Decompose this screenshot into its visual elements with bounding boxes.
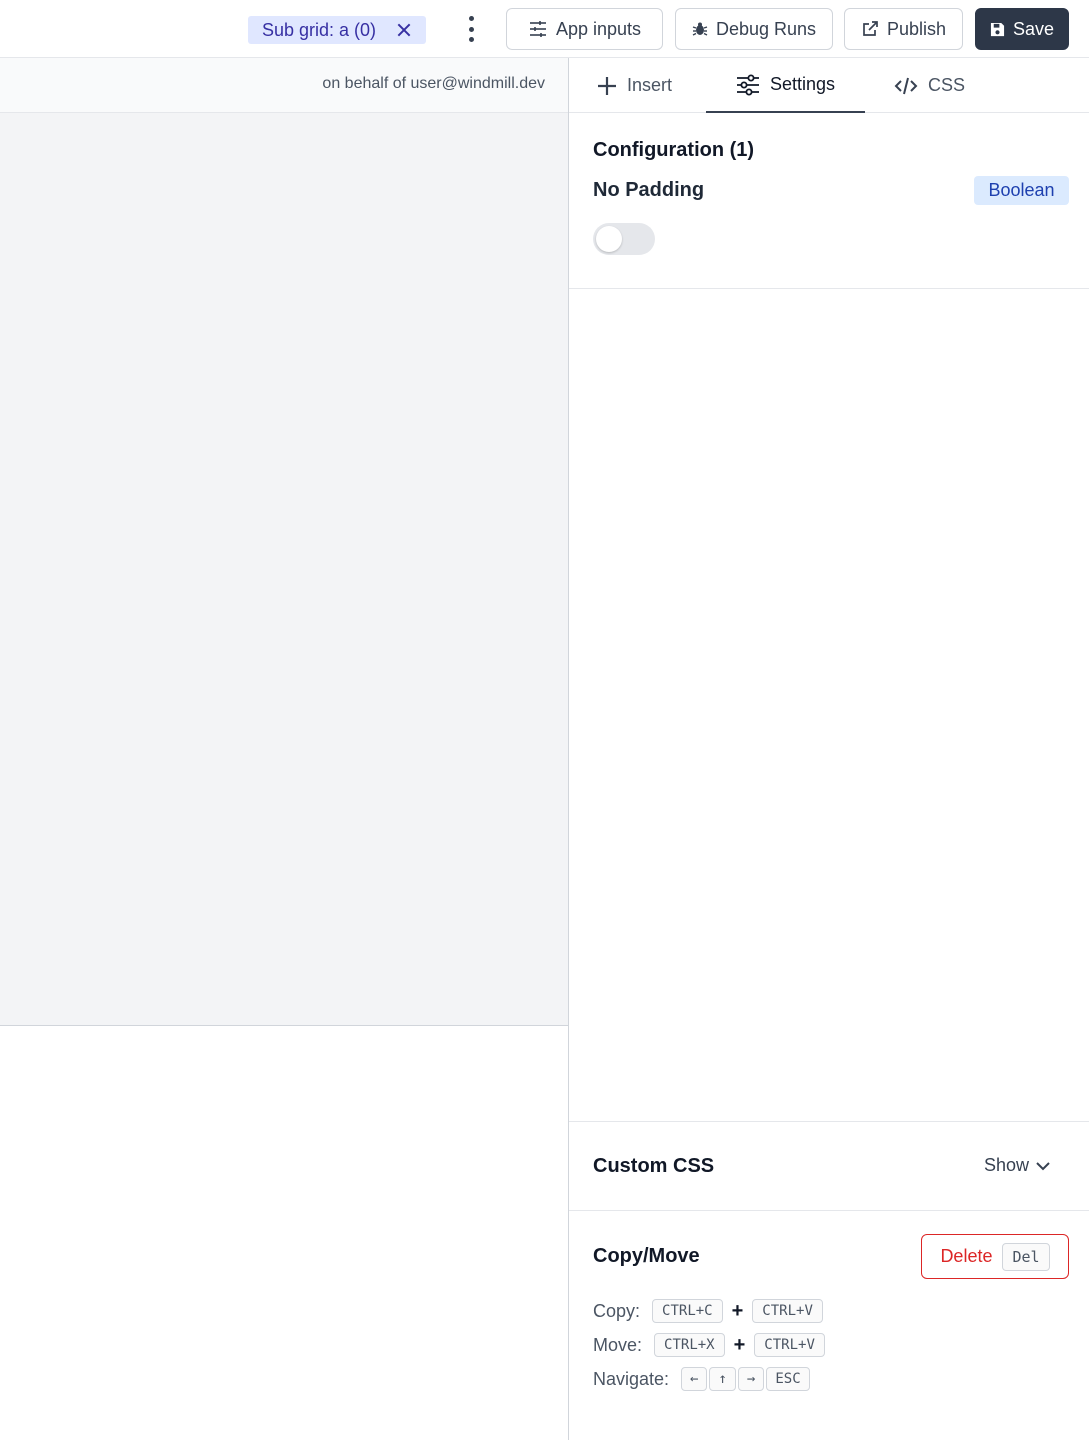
close-icon[interactable] [396,22,412,38]
more-options-icon[interactable] [462,14,480,44]
move-shortcut-row: Move: CTRL+X + CTRL+V [593,1333,825,1357]
app-inputs-label: App inputs [555,18,642,39]
app-inputs-button[interactable]: App inputs [506,8,663,50]
configuration-title: Configuration (1) [593,139,755,161]
copy-key-2: CTRL+V [752,1299,823,1323]
delete-label: Delete [940,1246,993,1266]
show-custom-css-button[interactable]: Show [984,1155,1051,1176]
copy-move-title: Copy/Move [593,1245,700,1267]
copy-shortcut-row: Copy: CTRL+C + CTRL+V [593,1299,823,1323]
custom-css-section: Custom CSS Show [569,1121,1089,1211]
escape-key: ESC [766,1367,810,1391]
save-label: Save [1012,18,1055,39]
bug-icon [692,22,708,36]
delete-shortcut-key: Del [1002,1242,1050,1271]
configuration-section: Configuration (1) No Padding Boolean [569,113,1089,289]
code-icon [894,77,918,94]
tab-insert-label: Insert [627,75,673,95]
on-behalf-text: on behalf of user@windmill.dev [322,75,545,92]
plus-icon [598,76,616,95]
tab-settings-label: Settings [769,74,836,94]
copy-label: Copy: [593,1300,641,1321]
app-canvas[interactable] [0,113,568,1026]
chevron-down-icon [1036,1161,1050,1170]
copy-move-section: Copy/Move Delete Del Copy: CTRL+C + CTRL… [569,1211,1089,1440]
debug-runs-label: Debug Runs [715,18,817,39]
delete-button[interactable]: Delete Del [921,1234,1069,1279]
tab-css-label: CSS [928,75,966,95]
navigate-label: Navigate: [593,1368,670,1389]
external-link-icon [863,21,878,36]
move-key-1: CTRL+X [654,1333,725,1357]
lower-left-panel [0,1026,568,1440]
floppy-disk-icon [990,22,1005,36]
subgrid-selection-chip[interactable]: Sub grid: a (0) [248,16,426,44]
publish-label: Publish [886,18,947,39]
move-key-2: CTRL+V [754,1333,825,1357]
arrow-right-key: → [737,1367,765,1391]
show-label: Show [984,1155,1030,1175]
move-label: Move: [593,1334,643,1355]
settings-sliders-icon [736,74,759,95]
publish-button[interactable]: Publish [844,8,963,50]
canvas-header: on behalf of user@windmill.dev [0,58,568,113]
panel-tabs: Insert Settings CSS [569,58,1089,113]
debug-runs-button[interactable]: Debug Runs [675,8,833,50]
arrow-up-key: ↑ [709,1367,736,1391]
arrow-left-key: ← [681,1367,708,1391]
type-badge: Boolean [974,176,1069,205]
tab-insert[interactable]: Insert [597,58,672,113]
tab-settings[interactable]: Settings [706,58,865,113]
save-button[interactable]: Save [975,8,1069,50]
subgrid-label: Sub grid: a (0) [262,19,377,40]
toggle-knob [596,226,622,252]
top-toolbar: Sub grid: a (0) App inputs Debug Runs Pu… [0,0,1089,58]
plus-sign: + [733,1333,746,1356]
plus-sign: + [731,1299,744,1322]
no-padding-label: No Padding [593,179,705,201]
copy-key-1: CTRL+C [652,1299,723,1323]
no-padding-toggle[interactable] [593,223,655,255]
tab-css[interactable]: CSS [894,58,965,113]
sliders-icon [529,21,546,37]
navigate-shortcut-row: Navigate: ← ↑ → ESC [593,1367,810,1391]
custom-css-title: Custom CSS [593,1155,715,1177]
